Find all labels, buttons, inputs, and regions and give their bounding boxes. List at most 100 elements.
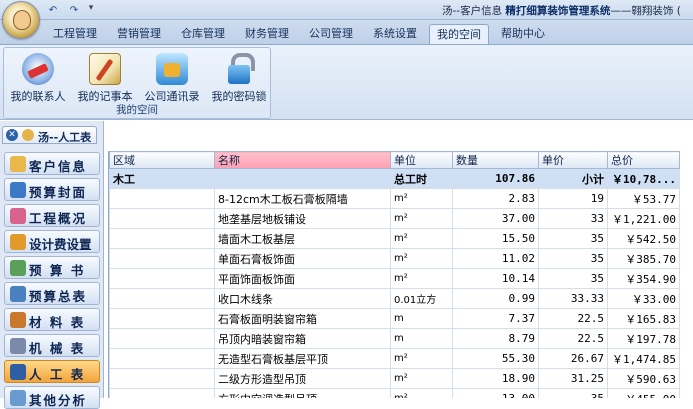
cell-unit[interactable]: m² (390, 268, 453, 289)
tab-engineering[interactable]: 工程管理 (44, 24, 106, 44)
cell-unit[interactable]: m² (390, 348, 453, 369)
cell-name[interactable]: 石膏板面明装窗帘箱 (214, 308, 391, 329)
nav-budget-cover[interactable]: 预算封面 (4, 178, 100, 201)
cell-unit[interactable]: m² (390, 208, 453, 229)
nav-machinery[interactable]: 机 械 表 (4, 334, 100, 357)
tab-settings[interactable]: 系统设置 (364, 24, 426, 44)
my-notebook-button[interactable]: 我的记事本 (73, 51, 137, 106)
cell-quantity[interactable]: 37.00 (452, 208, 539, 229)
column-header-quantity[interactable]: 数量 (452, 151, 539, 169)
table-row[interactable]: 8-12cm木工板石膏板隔墙 m² 2.83 19 ￥53.77 (109, 188, 680, 209)
cell-unit-price[interactable]: 19 (538, 188, 608, 209)
cell-zone[interactable] (109, 388, 215, 398)
cell-zone[interactable] (109, 248, 215, 269)
cell-unit-price[interactable]: 31.25 (538, 368, 608, 389)
cell-unit[interactable]: 0.01立方 (390, 288, 453, 309)
cell-total[interactable]: ￥590.63 (607, 368, 680, 389)
cell-name[interactable]: 二级方形造型吊顶 (214, 368, 391, 389)
close-icon[interactable]: ✕ (6, 129, 18, 141)
document-tab[interactable]: ✕ 汤--人工表 (2, 126, 97, 144)
cell-name[interactable]: 墙面木工板基层 (214, 228, 391, 249)
cell-unit-price[interactable]: 35 (538, 268, 608, 289)
cell-unit-price[interactable]: 22.5 (538, 328, 608, 349)
column-header-total[interactable]: 总价 (607, 151, 680, 169)
group-row-carpentry[interactable]: 木工 总工时 107.86 小计 ￥10,78... (109, 168, 680, 189)
cell-total[interactable]: ￥542.50 (607, 228, 680, 249)
tab-my-space[interactable]: 我的空间 (429, 24, 489, 44)
cell-total[interactable]: ￥197.78 (607, 328, 680, 349)
cell-zone[interactable] (109, 308, 215, 329)
cell-unit-price[interactable]: 35 (538, 228, 608, 249)
cell-unit-price[interactable]: 33 (538, 208, 608, 229)
cell-zone[interactable] (109, 188, 215, 209)
nav-materials[interactable]: 材 料 表 (4, 308, 100, 331)
redo-icon[interactable]: ↷ (65, 3, 83, 17)
table-row[interactable]: 无造型石膏板基层平顶 m² 55.30 26.67 ￥1,474.85 (109, 348, 680, 369)
table-row[interactable]: 平面饰面板饰面 m² 10.14 35 ￥354.90 (109, 268, 680, 289)
undo-icon[interactable]: ↶ (44, 3, 62, 17)
column-header-unit[interactable]: 单位 (390, 151, 453, 169)
table-row[interactable]: 收口木线条 0.01立方 0.99 33.33 ￥33.00 (109, 288, 680, 309)
cell-total[interactable]: ￥165.83 (607, 308, 680, 329)
cell-zone[interactable] (109, 328, 215, 349)
cell-name[interactable]: 吊顶内暗装窗帘箱 (214, 328, 391, 349)
table-row[interactable]: 墙面木工板基层 m² 15.50 35 ￥542.50 (109, 228, 680, 249)
cell-zone[interactable] (109, 268, 215, 289)
cell-name[interactable]: 8-12cm木工板石膏板隔墙 (214, 188, 391, 209)
nav-budget-book[interactable]: 预 算 书 (4, 256, 100, 279)
cell-name[interactable]: 方形内空调造型吊顶 (214, 388, 391, 398)
cell-unit-price[interactable]: 33.33 (538, 288, 608, 309)
tab-help[interactable]: 帮助中心 (492, 24, 554, 44)
cell-total[interactable]: ￥33.00 (607, 288, 680, 309)
table-row[interactable]: 单面石膏板饰面 m² 11.02 35 ￥385.70 (109, 248, 680, 269)
qat-dropdown[interactable]: ▾ (86, 3, 96, 17)
cell-quantity[interactable]: 18.90 (452, 368, 539, 389)
cell-unit[interactable]: m (390, 328, 453, 349)
cell-unit[interactable]: m² (390, 388, 453, 398)
cell-total[interactable]: ￥1,221.00 (607, 208, 680, 229)
company-directory-button[interactable]: 公司通讯录 (140, 51, 204, 106)
cell-name[interactable]: 无造型石膏板基层平顶 (214, 348, 391, 369)
cell-quantity[interactable]: 2.83 (452, 188, 539, 209)
cell-unit[interactable]: m² (390, 248, 453, 269)
cell-quantity[interactable]: 13.00 (452, 388, 539, 398)
nav-customer-info[interactable]: 客户信息 (4, 152, 100, 175)
nav-design-fee[interactable]: 设计费设置 (4, 230, 100, 253)
cell-quantity[interactable]: 0.99 (452, 288, 539, 309)
cell-name[interactable]: 地垄基层地板铺设 (214, 208, 391, 229)
cell-name[interactable]: 收口木线条 (214, 288, 391, 309)
cell-zone[interactable] (109, 208, 215, 229)
tab-company[interactable]: 公司管理 (300, 24, 362, 44)
tab-finance[interactable]: 财务管理 (236, 24, 298, 44)
my-contacts-button[interactable]: 我的联系人 (6, 51, 70, 106)
cell-quantity[interactable]: 15.50 (452, 228, 539, 249)
cell-total[interactable]: ￥385.70 (607, 248, 680, 269)
table-row[interactable]: 二级方形造型吊顶 m² 18.90 31.25 ￥590.63 (109, 368, 680, 389)
cell-quantity[interactable]: 11.02 (452, 248, 539, 269)
cell-zone[interactable] (109, 288, 215, 309)
cell-quantity[interactable]: 55.30 (452, 348, 539, 369)
cell-unit-price[interactable]: 35 (538, 388, 608, 398)
table-row[interactable]: 方形内空调造型吊顶m²13.0035￥455.00 (109, 388, 680, 398)
column-header-zone[interactable]: 区域 (109, 151, 215, 169)
nav-budget-summary[interactable]: 预算总表 (4, 282, 100, 305)
cell-total[interactable]: ￥455.00 (607, 388, 680, 398)
cell-quantity[interactable]: 8.79 (452, 328, 539, 349)
app-menu-button[interactable] (2, 1, 40, 39)
cell-unit-price[interactable]: 22.5 (538, 308, 608, 329)
tab-marketing[interactable]: 营销管理 (108, 24, 170, 44)
table-row[interactable]: 地垄基层地板铺设 m² 37.00 33 ￥1,221.00 (109, 208, 680, 229)
cell-zone[interactable] (109, 348, 215, 369)
tab-warehouse[interactable]: 仓库管理 (172, 24, 234, 44)
cell-total[interactable]: ￥53.77 (607, 188, 680, 209)
cell-unit[interactable]: m² (390, 228, 453, 249)
cell-zone[interactable] (109, 228, 215, 249)
cell-zone[interactable] (109, 368, 215, 389)
cell-name[interactable]: 平面饰面板饰面 (214, 268, 391, 289)
cell-quantity[interactable]: 7.37 (452, 308, 539, 329)
cell-unit-price[interactable]: 26.67 (538, 348, 608, 369)
cell-unit[interactable]: m² (390, 368, 453, 389)
cell-name[interactable]: 单面石膏板饰面 (214, 248, 391, 269)
table-row[interactable]: 吊顶内暗装窗帘箱 m 8.79 22.5 ￥197.78 (109, 328, 680, 349)
cell-total[interactable]: ￥1,474.85 (607, 348, 680, 369)
